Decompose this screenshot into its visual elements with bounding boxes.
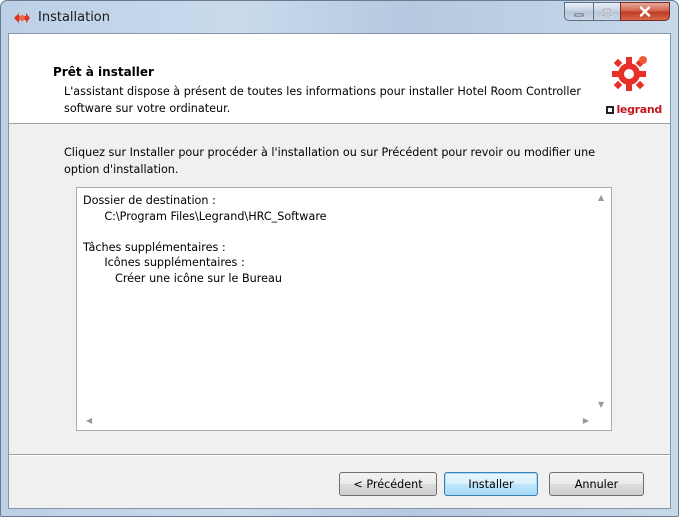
maximize-button[interactable] xyxy=(593,2,620,21)
installer-window: Installation Prêt à installer L'assistan… xyxy=(0,0,679,517)
ready-summary-memo[interactable]: Dossier de destination : C:\Program File… xyxy=(76,187,612,431)
legrand-gear-logo xyxy=(607,55,649,97)
instructions-text: Cliquez sur Installer pour procéder à l'… xyxy=(64,146,596,176)
brand-square-icon xyxy=(606,105,615,114)
scroll-right-icon[interactable]: ▶ xyxy=(583,416,589,425)
close-button[interactable] xyxy=(620,2,670,21)
install-button[interactable]: Installer xyxy=(444,472,538,496)
brand-name: legrand xyxy=(616,103,662,116)
horizontal-scrollbar[interactable]: ◀ ▶ xyxy=(77,413,594,430)
minimize-button[interactable] xyxy=(564,2,593,21)
window-title: Installation xyxy=(38,10,111,25)
cancel-button[interactable]: Annuler xyxy=(549,472,644,496)
wizard-client-area: Prêt à installer L'assistant dispose à p… xyxy=(8,33,671,509)
window-controls xyxy=(564,2,670,24)
page-subtitle: L'assistant dispose à présent de toutes … xyxy=(64,85,581,115)
summary-text: Dossier de destination : C:\Program File… xyxy=(83,194,327,285)
footer-divider xyxy=(9,454,670,456)
wizard-header: Prêt à installer L'assistant dispose à p… xyxy=(9,34,670,124)
vertical-scrollbar[interactable]: ▲ ▼ xyxy=(594,188,611,413)
close-icon xyxy=(639,2,651,21)
title-bar[interactable]: Installation xyxy=(1,1,678,33)
minimize-icon xyxy=(574,2,584,21)
legrand-logo: legrand xyxy=(594,55,664,119)
page-title: Prêt à installer xyxy=(53,65,154,79)
back-button[interactable]: < Précédent xyxy=(339,472,437,496)
scroll-up-icon[interactable]: ▲ xyxy=(598,193,604,202)
installer-gear-icon xyxy=(13,10,31,26)
maximize-icon xyxy=(602,2,612,21)
scroll-left-icon[interactable]: ◀ xyxy=(86,416,92,425)
brand-mark: legrand xyxy=(606,103,662,116)
scroll-down-icon[interactable]: ▼ xyxy=(598,400,604,409)
